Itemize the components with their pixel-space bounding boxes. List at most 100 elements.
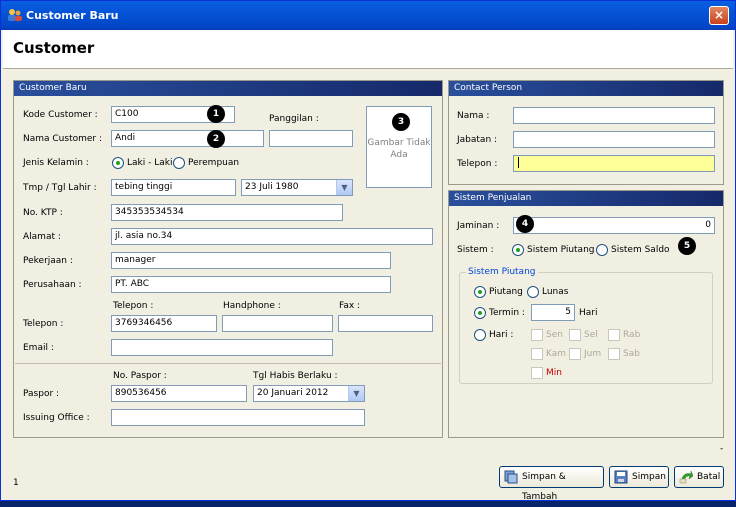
contact-nama-label: Nama : [457, 111, 490, 121]
handphone-col-label: Handphone : [223, 301, 281, 311]
customer-window: Customer Baru × Customer Customer Baru K… [0, 0, 736, 502]
radio-termin[interactable] [474, 307, 486, 319]
floppy-disk-icon [614, 470, 628, 484]
fax-col-label: Fax : [339, 301, 361, 311]
badge-3: 3 [392, 113, 410, 131]
checkbox-rab[interactable] [608, 329, 620, 341]
checkbox-sen[interactable] [531, 329, 543, 341]
window-title: Customer Baru [26, 9, 119, 22]
badge-1: 1 [207, 105, 225, 123]
contact-telepon-input[interactable] [513, 155, 715, 172]
simpan-tambah-button[interactable]: Simpan & Tambah [499, 466, 604, 502]
no-paspor-label: No. Paspor : [113, 371, 167, 381]
title-bar[interactable]: Customer Baru × [1, 1, 735, 30]
page-title: Customer [13, 39, 95, 57]
radio-perempuan[interactable] [173, 157, 185, 169]
contact-nama-input[interactable] [513, 107, 715, 124]
radio-sistem-saldo-label[interactable]: Sistem Saldo [611, 245, 670, 255]
contact-jabatan-input[interactable] [513, 131, 715, 148]
batal-label: Batal [697, 472, 721, 482]
tgl-habis-value: 20 Januari 2012 [257, 388, 329, 398]
no-ktp-input[interactable]: 345353534534 [111, 204, 343, 221]
radio-hari[interactable] [474, 329, 486, 341]
termin-input[interactable]: 5 [531, 304, 575, 321]
radio-laki-laki-label[interactable]: Laki - Laki [127, 158, 172, 168]
checkbox-jum-label: Jum [584, 349, 602, 359]
checkbox-jum[interactable] [569, 348, 581, 360]
no-paspor-input[interactable]: 890536456 [111, 385, 247, 402]
badge-5: 5 [678, 237, 696, 255]
save-add-icon [504, 470, 518, 484]
paspor-label: Paspor : [23, 389, 60, 399]
simpan-button[interactable]: Simpan [609, 466, 669, 488]
checkbox-min-label: Min [546, 368, 562, 378]
close-icon[interactable]: × [709, 6, 729, 25]
telepon-col-label: Telepon : [113, 301, 154, 311]
radio-perempuan-label[interactable]: Perempuan [188, 158, 239, 168]
jaminan-label: Jaminan : [457, 221, 500, 231]
perusahaan-label: Perusahaan : [23, 280, 82, 290]
chevron-down-icon[interactable]: ▼ [348, 386, 364, 401]
jenis-kelamin-label: Jenis Kelamin : [23, 158, 89, 168]
status-right: - [720, 444, 724, 454]
contact-telepon-label: Telepon : [457, 159, 498, 169]
telepon-input[interactable]: 3769346456 [111, 315, 217, 332]
email-label: Email : [23, 343, 54, 353]
status-left: 1 [13, 478, 19, 488]
issuing-office-label: Issuing Office : [23, 413, 90, 423]
checkbox-kam[interactable] [531, 348, 543, 360]
batal-button[interactable]: Batal [674, 466, 724, 488]
checkbox-sab-label: Sab [623, 349, 640, 359]
pekerjaan-label: Pekerjaan : [23, 256, 73, 266]
radio-sistem-saldo[interactable] [596, 244, 608, 256]
radio-sistem-piutang[interactable] [512, 244, 524, 256]
issuing-office-input[interactable] [111, 409, 365, 426]
tgl-habis-select[interactable]: 20 Januari 2012 ▼ [253, 385, 365, 402]
radio-lunas-label[interactable]: Lunas [542, 287, 568, 297]
kode-customer-label: Kode Customer : [23, 110, 98, 120]
panggilan-input[interactable] [269, 130, 353, 147]
tanggal-lahir-value: 23 Juli 1980 [245, 182, 299, 192]
contact-jabatan-label: Jabatan : [457, 135, 498, 145]
page-header: Customer [3, 30, 733, 69]
radio-laki-laki[interactable] [112, 157, 124, 169]
checkbox-min[interactable] [531, 367, 543, 379]
perusahaan-input[interactable]: PT. ABC [111, 276, 391, 293]
panggilan-label: Panggilan : [269, 114, 319, 124]
tempat-lahir-input[interactable]: tebing tinggi [111, 179, 236, 196]
penjualan-panel-title: Sistem Penjualan [449, 191, 723, 206]
tanggal-lahir-select[interactable]: 23 Juli 1980 ▼ [241, 179, 353, 196]
photo-placeholder-text: Gambar Tidak Ada [367, 138, 431, 160]
email-input[interactable] [111, 339, 333, 356]
radio-sistem-piutang-label[interactable]: Sistem Piutang [527, 245, 595, 255]
fax-input[interactable] [338, 315, 433, 332]
chevron-down-icon[interactable]: ▼ [336, 180, 352, 195]
radio-lunas[interactable] [527, 286, 539, 298]
radio-piutang-label[interactable]: Piutang [489, 287, 523, 297]
checkbox-sel[interactable] [569, 329, 581, 341]
users-icon [8, 9, 22, 21]
divider [15, 363, 441, 364]
hari-label[interactable]: Hari : [489, 330, 513, 340]
termin-unit-label: Hari [579, 308, 598, 318]
alamat-input[interactable]: jl. asia no.34 [111, 228, 433, 245]
simpan-tambah-label: Simpan & Tambah [522, 472, 566, 502]
checkbox-sab[interactable] [608, 348, 620, 360]
no-ktp-label: No. KTP : [23, 208, 63, 218]
radio-piutang[interactable] [474, 286, 486, 298]
customer-panel-title: Customer Baru [14, 81, 442, 96]
sistem-piutang-group-title: Sistem Piutang [466, 267, 538, 277]
badge-2: 2 [207, 130, 225, 148]
nama-customer-label: Nama Customer : [23, 134, 103, 144]
checkbox-kam-label: Kam [546, 349, 567, 359]
termin-label[interactable]: Termin : [489, 308, 525, 318]
nama-customer-input[interactable]: Andi [111, 130, 264, 147]
telepon-label: Telepon : [23, 319, 64, 329]
checkbox-sen-label: Sen [546, 330, 563, 340]
pekerjaan-input[interactable]: manager [111, 252, 391, 269]
jaminan-input[interactable]: 0 [513, 217, 715, 234]
alamat-label: Alamat : [23, 232, 61, 242]
checkbox-sel-label: Sel [584, 330, 598, 340]
handphone-input[interactable] [222, 315, 333, 332]
text-caret [518, 157, 519, 168]
